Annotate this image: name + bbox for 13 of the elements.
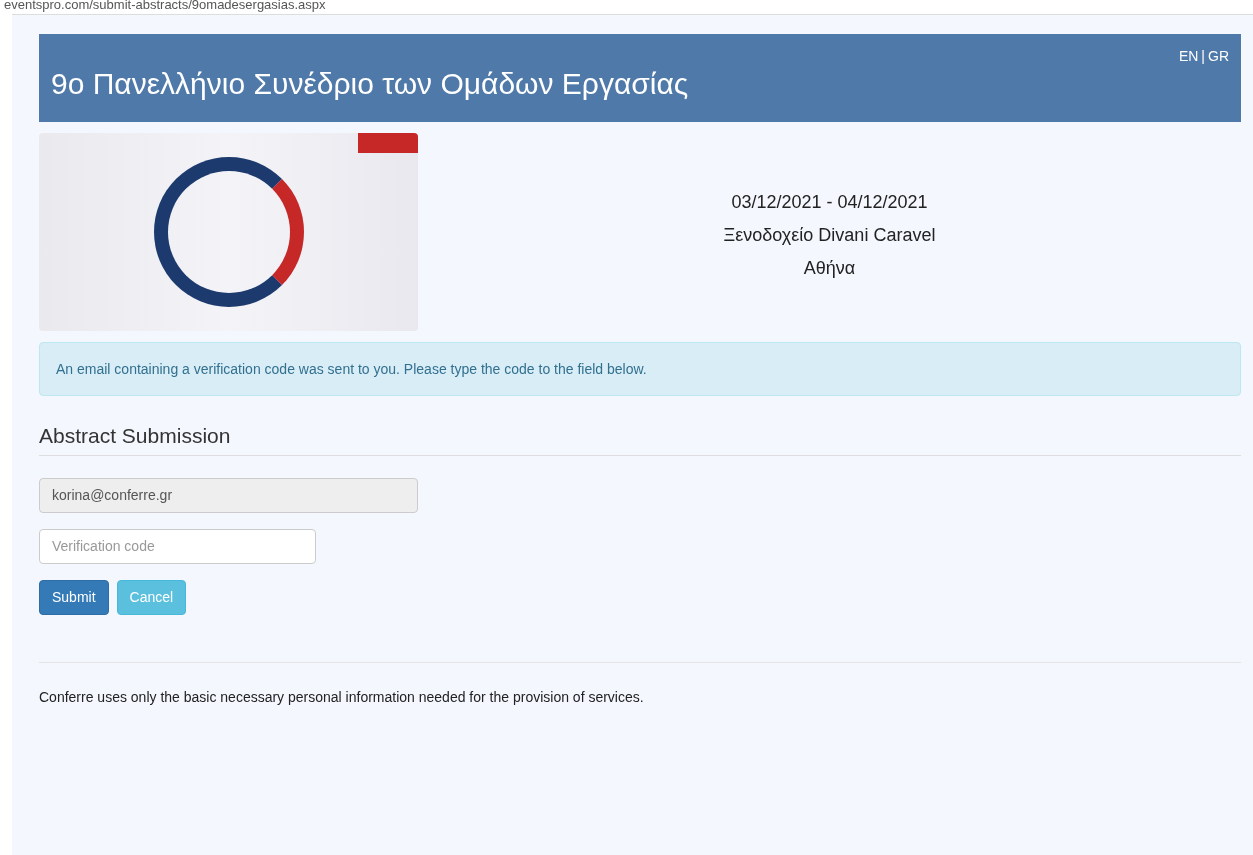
url-text: eventspro.com/submit-abstracts/9omadesergasias.aspx xyxy=(4,0,326,12)
page-title: 9ο Πανελλήνιο Συνέδριο των Ομάδων Εργασίας xyxy=(51,66,689,102)
privacy-notice: Conferre uses only the basic necessary personal information needed for the provision of services. xyxy=(39,687,645,707)
language-link[interactable]: GR xyxy=(1208,46,1229,67)
info-alert: An email containing a verification code was sent to you. Please type the code to the field below. xyxy=(39,342,1241,396)
submit-button[interactable]: Submit xyxy=(39,579,109,615)
section-heading: Abstract Submission xyxy=(39,420,1241,456)
event-dates: 03/12/2021 - 04/12/2021 xyxy=(731,191,928,214)
separator-text: | xyxy=(1201,47,1205,66)
event-venue: Ξενοδοχείο Divani Caravel xyxy=(723,224,936,247)
verification-code-field[interactable]: Verification code xyxy=(39,528,316,564)
language-link[interactable]: EN xyxy=(1178,46,1199,67)
event-city: Αθήνα xyxy=(803,257,856,280)
